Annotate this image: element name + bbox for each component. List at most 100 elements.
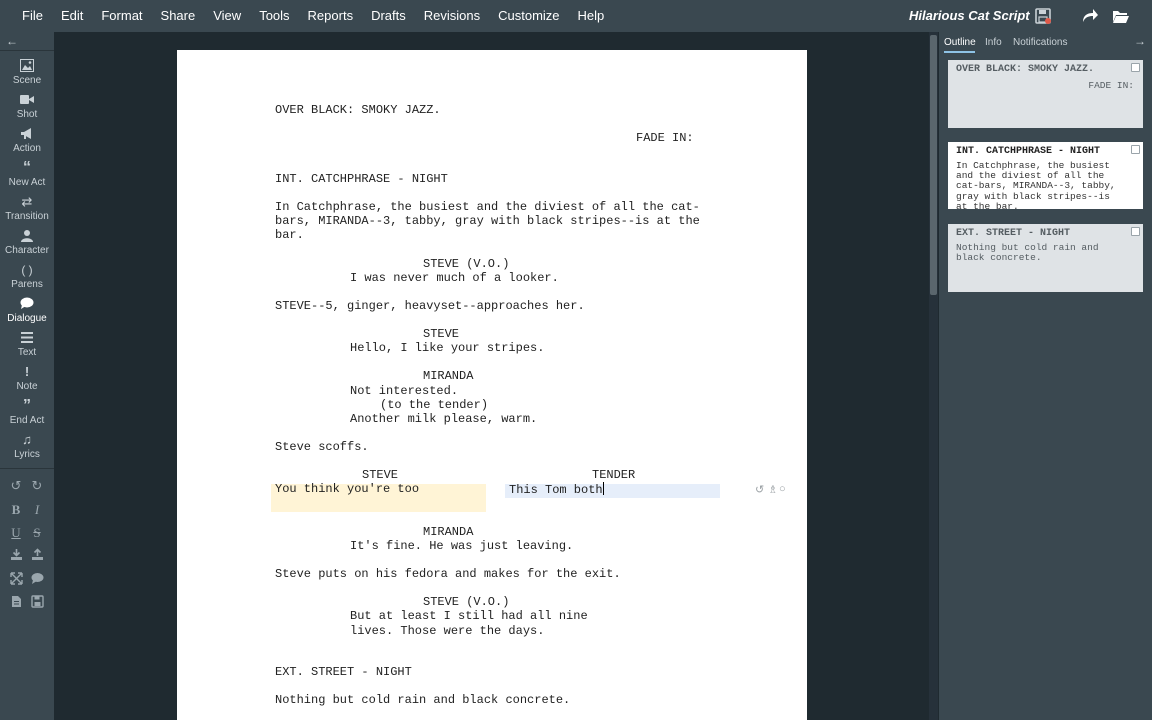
vertical-scrollbar[interactable] [929, 32, 938, 720]
strikethrough-icon[interactable]: S [29, 525, 45, 541]
italic-icon[interactable]: I [29, 502, 45, 518]
dual-dialogue-left-text[interactable]: You think you're too [275, 482, 419, 496]
menu-help[interactable]: Help [569, 0, 614, 32]
tool-parens[interactable]: ( ) Parens [0, 263, 54, 290]
element-toolbar: ← Scene Shot Action “ New Act ⇄ Transiti… [0, 32, 54, 720]
tool-note[interactable]: ! Note [0, 364, 54, 393]
scene-heading[interactable]: EXT. STREET - NIGHT [275, 665, 412, 679]
tool-character[interactable]: Character [0, 229, 54, 256]
tool-scene[interactable]: Scene [0, 59, 54, 86]
speech-bubble-icon [0, 297, 54, 311]
card-checkbox[interactable] [1131, 63, 1140, 72]
character-name[interactable]: MIRANDA [423, 525, 473, 539]
card-checkbox[interactable] [1131, 227, 1140, 236]
active-tab-indicator [944, 51, 975, 53]
tab-notifications[interactable]: Notifications [1013, 37, 1067, 48]
redo-share-icon[interactable] [1081, 7, 1099, 25]
character-name[interactable]: TENDER [592, 468, 635, 482]
menu-edit[interactable]: Edit [52, 0, 92, 32]
tab-info[interactable]: Info [985, 37, 1002, 48]
tool-shot[interactable]: Shot [0, 93, 54, 120]
menu-file[interactable]: File [13, 0, 52, 32]
tool-lyrics[interactable]: ♫ Lyrics [0, 432, 54, 461]
menu-share[interactable]: Share [152, 0, 205, 32]
menu-drafts[interactable]: Drafts [362, 0, 415, 32]
transition-line[interactable]: FADE IN: [636, 131, 694, 145]
tool-transition[interactable]: ⇄ Transition [0, 194, 54, 223]
download-icon[interactable] [8, 548, 24, 564]
menu-view[interactable]: View [204, 0, 250, 32]
save-icon[interactable] [1034, 7, 1052, 25]
expand-panel-icon[interactable]: → [1134, 34, 1146, 48]
music-note-icon: ♫ [22, 432, 32, 447]
outline-card-active[interactable]: INT. CATCHPHRASE - NIGHT In Catchphrase,… [948, 142, 1143, 209]
action-line[interactable]: Steve scoffs. [275, 440, 369, 454]
divider [0, 468, 54, 469]
end-quote-icon: ” [23, 397, 31, 414]
outline-card[interactable]: OVER BLACK: SMOKY JAZZ. FADE IN: [948, 60, 1143, 128]
dual-character-icon[interactable]: ♗ [768, 483, 778, 496]
dialogue-line[interactable]: Hello, I like your stripes. [350, 341, 544, 355]
video-icon [0, 93, 54, 107]
character-name[interactable]: MIRANDA [423, 369, 473, 383]
scene-heading[interactable]: INT. CATCHPHRASE - NIGHT [275, 172, 448, 186]
character-name[interactable]: STEVE (V.O.) [423, 257, 509, 271]
folder-open-icon[interactable] [1112, 7, 1130, 25]
comments-icon[interactable] [29, 572, 45, 588]
divider [0, 50, 54, 51]
action-line[interactable]: STEVE--5, ginger, heavyset--approaches h… [275, 299, 585, 313]
dialogue-line[interactable]: Another milk please, warm. [350, 412, 537, 426]
dialogue-line[interactable]: Not interested. [350, 384, 458, 398]
tool-action[interactable]: Action [0, 127, 54, 154]
image-icon [0, 59, 54, 73]
card-checkbox[interactable] [1131, 145, 1140, 154]
parens-icon: ( ) [21, 263, 33, 277]
menu-reports[interactable]: Reports [299, 0, 363, 32]
document-icon[interactable] [8, 595, 24, 611]
dual-undo-icon[interactable]: ↺ [755, 483, 764, 496]
dialogue-line[interactable]: But at least I still had all nine [350, 609, 588, 623]
upload-icon[interactable] [29, 548, 45, 564]
tab-outline[interactable]: Outline [944, 37, 976, 48]
transition-arrows-icon: ⇄ [21, 194, 33, 209]
tool-dialogue[interactable]: Dialogue [0, 297, 54, 324]
menu-customize[interactable]: Customize [489, 0, 568, 32]
tool-end-act[interactable]: ” End Act [0, 397, 54, 427]
quote-icon: “ [23, 159, 31, 176]
bold-icon[interactable]: B [8, 502, 24, 518]
undo-icon[interactable]: ↺ [8, 478, 24, 494]
scene-heading[interactable]: OVER BLACK: SMOKY JAZZ. [275, 103, 441, 117]
tool-new-act[interactable]: “ New Act [0, 159, 54, 189]
menu-revisions[interactable]: Revisions [415, 0, 489, 32]
dialogue-line[interactable]: It's fine. He was just leaving. [350, 539, 573, 553]
tool-text[interactable]: Text [0, 331, 54, 358]
outline-panel: Outline Info Notifications → OVER BLACK:… [939, 32, 1152, 720]
dual-comment-icon[interactable]: ○ [779, 483, 786, 495]
exclamation-icon: ! [24, 364, 30, 379]
menu-bar: File Edit Format Share View Tools Report… [0, 0, 1152, 32]
save-file-icon[interactable] [29, 595, 45, 611]
redo-icon[interactable]: ↻ [29, 478, 45, 494]
menu-tools[interactable]: Tools [250, 0, 298, 32]
action-line[interactable]: bars, MIRANDA--3, tabby, gray with black… [275, 214, 700, 228]
person-icon [0, 229, 54, 243]
lines-icon [0, 331, 54, 345]
character-name[interactable]: STEVE (V.O.) [423, 595, 509, 609]
action-line[interactable]: Steve puts on his fedora and makes for t… [275, 567, 621, 581]
character-name[interactable]: STEVE [362, 468, 398, 482]
dialogue-line[interactable]: lives. Those were the days. [350, 624, 544, 638]
dialogue-line[interactable]: I was never much of a looker. [350, 271, 559, 285]
action-line[interactable]: In Catchphrase, the busiest and the divi… [275, 200, 700, 214]
collapse-left-icon[interactable]: ← [6, 34, 18, 48]
dual-dialogue-right-text[interactable]: This Tom both [509, 482, 604, 497]
menu-format[interactable]: Format [92, 0, 151, 32]
outline-card[interactable]: EXT. STREET - NIGHT Nothing but cold rai… [948, 224, 1143, 292]
parenthetical-line[interactable]: (to the tender) [380, 398, 488, 412]
fullscreen-icon[interactable] [8, 572, 24, 588]
underline-icon[interactable]: U [8, 525, 24, 541]
action-line[interactable]: bar. [275, 228, 304, 242]
action-line[interactable]: Nothing but cold rain and black concrete… [275, 693, 570, 707]
character-name[interactable]: STEVE [423, 327, 459, 341]
scrollbar-thumb[interactable] [930, 35, 937, 295]
document-title[interactable]: Hilarious Cat Script [909, 0, 1030, 32]
